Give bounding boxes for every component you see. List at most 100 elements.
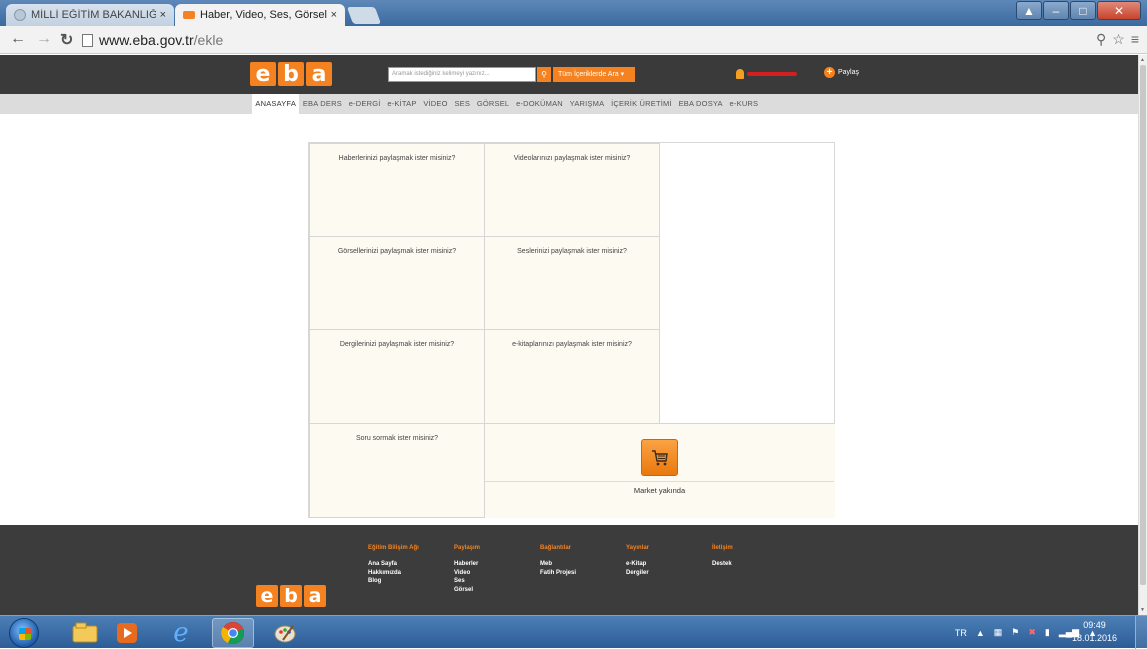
footer-link[interactable]: Görsel (454, 586, 480, 595)
divider (485, 481, 834, 482)
show-hidden-icons-icon[interactable]: ▲ (976, 628, 985, 638)
menu-item-yarisma[interactable]: YARIŞMA (566, 94, 607, 114)
menu-item-e-kitap[interactable]: e-KİTAP (384, 94, 420, 114)
maximize-button[interactable]: □ (1070, 1, 1096, 20)
logo-letter: a (306, 62, 332, 87)
url-host: www.eba.gov.tr (99, 32, 194, 48)
scrollbar-thumb[interactable] (1140, 65, 1146, 585)
minimize-button[interactable]: – (1043, 1, 1069, 20)
menu-icon[interactable]: ≡ (1131, 31, 1139, 48)
globe-icon (14, 9, 26, 21)
share-ebooks-cell[interactable]: e-kitaplarınızı paylaşmak ister misiniz? (484, 329, 660, 424)
footer-link[interactable]: Blog (368, 577, 419, 586)
reload-icon[interactable]: ↻ (60, 30, 73, 50)
scroll-down-icon[interactable]: ▼ (1140, 607, 1145, 613)
menu-item-ses[interactable]: SES (451, 94, 473, 114)
scroll-up-icon[interactable]: ▲ (1140, 57, 1145, 63)
cell-label: Videolarınızı paylaşmak ister misiniz? (513, 155, 631, 162)
footer-column-baglantilar: Bağlantılar Meb Fatih Projesi (540, 545, 576, 577)
new-tab-button[interactable] (346, 7, 382, 24)
footer-link[interactable]: Ana Sayfa (368, 560, 419, 569)
flag-icon[interactable]: ⚑ (1011, 627, 1019, 638)
cell-label: Görsellerinizi paylaşmak ister misiniz? (337, 248, 457, 255)
search-scope-dropdown[interactable]: Tüm İçeriklerde Ara ▾ (553, 67, 635, 82)
paint-icon[interactable] (264, 618, 306, 648)
share-options-grid: Haberlerinizi paylaşmak ister misiniz? V… (308, 142, 835, 518)
footer-link[interactable]: Fatih Projesi (540, 569, 576, 578)
tab-meb[interactable]: MİLLİ EĞİTİM BAKANLIĞI | × (6, 4, 174, 26)
start-button[interactable] (9, 618, 39, 648)
clock[interactable]: 09:49 18.01.2016 (1072, 619, 1117, 645)
browser-controls: ⚲ ☆ ≡ (1096, 31, 1139, 48)
footer-link[interactable]: Hakkımızda (368, 569, 419, 578)
power-icon[interactable]: ▮ (1045, 627, 1050, 638)
search-icon[interactable]: ⚲ (537, 67, 551, 82)
search-scope-label: Tüm İçeriklerde Ara (558, 71, 619, 78)
share-magazines-cell[interactable]: Dergilerinizi paylaşmak ister misiniz? (309, 329, 485, 424)
footer-heading: Bağlantılar (540, 545, 572, 551)
eba-logo[interactable]: e b a (250, 62, 332, 87)
cell-label: e-kitaplarınızı paylaşmak ister misiniz? (512, 341, 632, 348)
windows-logo-icon (19, 628, 31, 640)
footer-link[interactable]: Destek (712, 560, 733, 569)
tab-close-icon[interactable]: × (160, 9, 166, 21)
share-images-cell[interactable]: Görsellerinizi paylaşmak ister misiniz? (309, 236, 485, 330)
close-button[interactable]: ✕ (1097, 1, 1141, 20)
chrome-icon[interactable] (212, 618, 254, 648)
back-arrow-icon[interactable]: ← (10, 30, 26, 48)
media-player-icon[interactable] (106, 618, 148, 648)
user-profile-icon[interactable]: ▲ (1016, 1, 1042, 20)
footer-heading: Yayınlar (626, 545, 650, 551)
show-desktop-button[interactable] (1135, 616, 1147, 649)
menu-item-icerik-uretimi[interactable]: İÇERİK ÜRETİMİ (608, 94, 676, 114)
tab-eba-ekle[interactable]: Haber, Video, Ses, Görsel | × (175, 4, 345, 26)
site-header: e b a Aramak istediğiniz kelimeyi yazını… (0, 55, 1138, 94)
language-indicator[interactable]: TR (955, 628, 967, 638)
user-menu[interactable] (736, 68, 797, 80)
share-audio-cell[interactable]: Seslerinizi paylaşmak ister misiniz? (484, 236, 660, 330)
footer-link[interactable]: Haberler (454, 560, 480, 569)
cell-label: Dergilerinizi paylaşmak ister misiniz? (339, 341, 455, 348)
chevron-down-icon: ▾ (620, 71, 625, 78)
share-videos-cell[interactable]: Videolarınızı paylaşmak ister misiniz? (484, 143, 660, 237)
url-field[interactable]: www.eba.gov.tr /ekle (82, 30, 1082, 50)
footer-link[interactable]: Dergiler (626, 569, 649, 578)
share-button[interactable]: + Paylaş (824, 67, 859, 78)
action-center-icon[interactable]: ▦ (994, 627, 1003, 638)
search-input[interactable]: Aramak istediğiniz kelimeyi yazınız... (388, 67, 536, 82)
footer-column-yayinlar: Yayınlar e-Kitap Dergiler (626, 545, 649, 577)
forward-arrow-icon[interactable]: → (36, 30, 52, 48)
system-tray: TR ▲ ▦ ⚑ ✖ ▮ ▂▄▆ ▲ (955, 616, 1147, 649)
zoom-icon[interactable]: ⚲ (1096, 31, 1106, 48)
logo-letter: a (304, 585, 326, 607)
main-menu: ANASAYFA EBA DERS e-DERGİ e-KİTAP VİDEO … (252, 94, 762, 114)
network-error-icon[interactable]: ✖ (1028, 627, 1036, 638)
tab-title: MİLLİ EĞİTİM BAKANLIĞI | (31, 9, 156, 21)
share-news-cell[interactable]: Haberlerinizi paylaşmak ister misiniz? (309, 143, 485, 237)
menu-item-e-dokuman[interactable]: e-DOKÜMAN (513, 94, 567, 114)
menu-item-gorsel[interactable]: GÖRSEL (473, 94, 512, 114)
bookmark-star-icon[interactable]: ☆ (1112, 31, 1125, 48)
vertical-scrollbar[interactable]: ▲ ▼ (1138, 55, 1147, 615)
market-label: Market yakında (633, 486, 686, 495)
menu-item-e-kurs[interactable]: e-KURS (726, 94, 762, 114)
menu-item-eba-dosya[interactable]: EBA DOSYA (675, 94, 726, 114)
footer-heading: İletişim (712, 545, 733, 551)
menu-item-e-dergi[interactable]: e-DERGİ (345, 94, 384, 114)
ask-question-cell[interactable]: Soru sormak ister misiniz? (309, 423, 485, 518)
footer-link[interactable]: Meb (540, 560, 576, 569)
footer-link[interactable]: Video (454, 569, 480, 578)
footer-link[interactable]: Ses (454, 577, 480, 586)
menu-item-video[interactable]: VİDEO (420, 94, 451, 114)
username-redacted (747, 72, 797, 76)
internet-explorer-icon[interactable]: e (160, 618, 202, 648)
file-explorer-icon[interactable] (64, 618, 106, 648)
tab-close-icon[interactable]: × (331, 9, 337, 21)
menu-item-eba-ders[interactable]: EBA DERS (299, 94, 345, 114)
footer-column-paylasim: Paylaşım Haberler Video Ses Görsel (454, 545, 480, 594)
menu-item-anasayfa[interactable]: ANASAYFA (252, 94, 300, 114)
shopping-cart-icon[interactable] (641, 439, 678, 476)
user-icon (736, 69, 744, 79)
footer-link[interactable]: e-Kitap (626, 560, 649, 569)
eba-footer-logo[interactable]: e b a (256, 585, 326, 607)
